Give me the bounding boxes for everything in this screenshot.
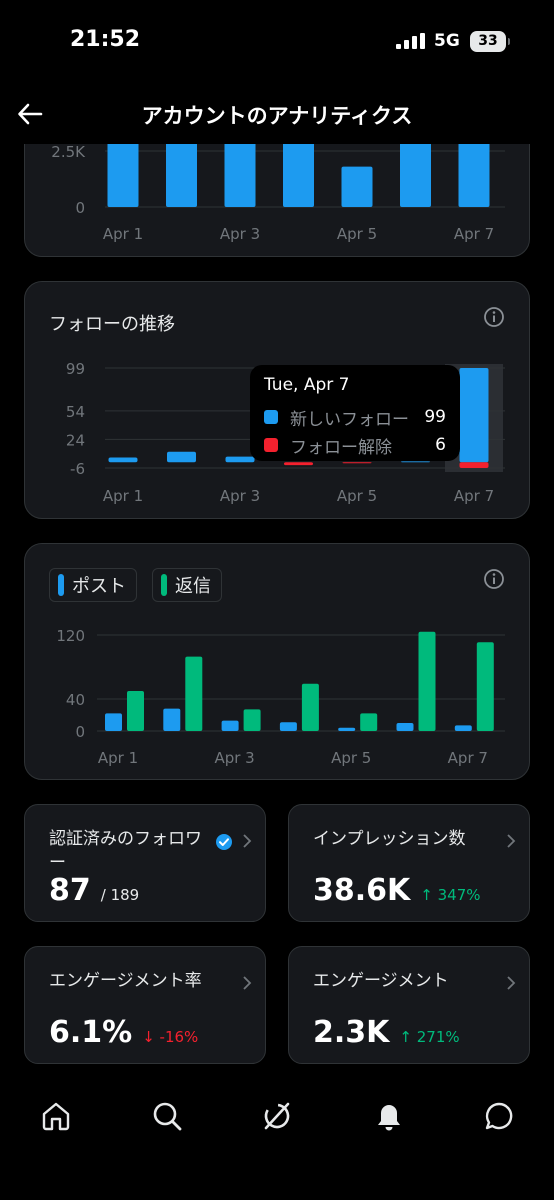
post-bar: [279, 722, 297, 731]
grok-icon: [264, 1102, 290, 1130]
x-tick-label: Apr 3: [220, 225, 260, 243]
chevron-right-icon: [243, 834, 252, 848]
x-tick-label: Apr 5: [331, 749, 371, 767]
y-tick-label: 24: [66, 431, 85, 449]
x-tick-label: Apr 3: [220, 487, 260, 505]
verified-followers-card[interactable]: 認証済みのフォロワー 87 / 189: [24, 804, 266, 922]
x-tick-label: Apr 5: [337, 225, 377, 243]
verified-badge-icon: [216, 834, 232, 850]
y-tick-label: 40: [66, 691, 85, 709]
engagements-count: 2.3K: [313, 1015, 390, 1050]
post-bar: [454, 725, 472, 731]
post-bar: [105, 713, 122, 731]
reply-bar: [418, 631, 436, 731]
impressions-value: 38.6K ↑ 347%: [313, 873, 481, 908]
engagement-rate-change: ↓ -16%: [142, 1028, 199, 1046]
engagement-rate-label: エンゲージメント率: [49, 971, 202, 991]
follow-tooltip: Tue, Apr 7 新しいフォロー 99 フォロー解除 6: [250, 365, 460, 461]
tab-grok[interactable]: [249, 1086, 305, 1146]
reply-bar: [476, 642, 494, 731]
x-tick-label: Apr 7: [454, 487, 494, 505]
engagements-value: 2.3K ↑ 271%: [313, 1015, 460, 1050]
tooltip-row-new-follows: 新しいフォロー 99: [264, 403, 446, 431]
x-tick-label: Apr 3: [214, 749, 254, 767]
follow-bar: [225, 456, 255, 463]
verified-followers-label: 認証済みのフォロワー: [49, 829, 202, 873]
y-tick-label: 2.5K: [51, 143, 86, 161]
impressions-change: ↑ 347%: [420, 886, 481, 904]
engagement-rate-card[interactable]: エンゲージメント率 6.1% ↓ -16%: [24, 946, 266, 1064]
impressions-label: インプレッション数: [313, 829, 466, 849]
tooltip-label: 新しいフォロー: [290, 409, 409, 430]
messages-icon: [485, 1102, 513, 1130]
tooltip-swatch-blue: [264, 410, 278, 424]
engagements-change: ↑ 271%: [399, 1028, 460, 1046]
bottom-tab-bar: [0, 1086, 554, 1146]
post-bar: [163, 708, 181, 731]
x-tick-label: Apr 7: [454, 225, 494, 243]
tab-search[interactable]: [139, 1086, 195, 1146]
follow-bar: [284, 462, 313, 466]
x-tick-label: Apr 1: [98, 749, 138, 767]
tooltip-value: 6: [435, 435, 446, 455]
impressions-card[interactable]: インプレッション数 38.6K ↑ 347%: [288, 804, 530, 922]
chevron-right-icon: [243, 976, 252, 990]
posts-replies-bar-chart: 120 40 0 Apr 1 Apr 3 Apr 5 Apr 7: [56, 627, 505, 767]
tooltip-value: 99: [424, 407, 446, 427]
impressions-bar: [341, 166, 373, 207]
follow-bar: [401, 461, 430, 463]
post-bar: [221, 720, 239, 731]
post-bar: [396, 723, 414, 731]
x-tick-label: Apr 1: [103, 225, 143, 243]
tab-notifications[interactable]: [361, 1086, 417, 1146]
page-title: アカウントのアナリティクス: [141, 104, 413, 128]
chevron-right-icon: [507, 976, 516, 990]
x-tick-label: Apr 1: [103, 487, 143, 505]
follow-bar: [459, 462, 489, 468]
x-tick-label: Apr 5: [337, 487, 377, 505]
verified-followers-count: 87: [49, 873, 91, 908]
engagement-rate-value: 6.1% ↓ -16%: [49, 1015, 198, 1050]
header: アカウントのアナリティクス: [0, 88, 554, 144]
follow-bar: [459, 368, 489, 463]
verified-followers-total: / 189: [100, 886, 140, 904]
home-icon: [42, 1102, 70, 1131]
engagements-label: エンゲージメント: [313, 971, 449, 991]
impressions-count: 38.6K: [313, 873, 411, 908]
y-tick-label: 120: [56, 627, 85, 645]
tab-messages[interactable]: [471, 1086, 527, 1146]
tab-home[interactable]: [28, 1086, 84, 1146]
follow-bar: [167, 451, 196, 463]
battery-icon: 33: [470, 31, 510, 52]
follow-bar: [342, 462, 372, 464]
tooltip-swatch-red: [264, 438, 278, 452]
status-time: 21:52: [70, 27, 141, 52]
status-bar: 21:52 5G 33: [0, 0, 554, 82]
y-tick-label: -6: [70, 460, 85, 478]
tooltip-date: Tue, Apr 7: [264, 375, 350, 395]
reply-bar: [301, 683, 319, 731]
reply-bar: [243, 709, 261, 731]
signal-icon: [396, 33, 425, 49]
tooltip-row-unfollows: フォロー解除 6: [264, 431, 446, 459]
posts-replies-card[interactable]: ポスト 返信 120 40 0 Apr 1 Apr 3 Apr 5 Apr 7: [24, 543, 530, 780]
x-tick-label: Apr 7: [448, 749, 488, 767]
follow-bar: [108, 457, 138, 463]
chevron-right-icon: [507, 834, 516, 848]
engagements-card[interactable]: エンゲージメント 2.3K ↑ 271%: [288, 946, 530, 1064]
y-tick-label: 0: [75, 199, 85, 217]
y-tick-label: 54: [66, 403, 85, 421]
engagement-rate-count: 6.1%: [49, 1015, 133, 1050]
reply-bar: [185, 656, 203, 731]
verified-followers-value: 87 / 189: [49, 873, 139, 908]
network-type: 5G: [434, 31, 460, 51]
reply-bar: [127, 691, 144, 731]
post-bar: [338, 727, 356, 731]
search-icon: [153, 1102, 182, 1131]
y-tick-label: 0: [75, 723, 85, 741]
tooltip-label: フォロー解除: [290, 437, 392, 458]
notifications-icon: [378, 1105, 400, 1131]
reply-bar: [360, 713, 378, 731]
y-tick-label: 99: [66, 360, 85, 378]
